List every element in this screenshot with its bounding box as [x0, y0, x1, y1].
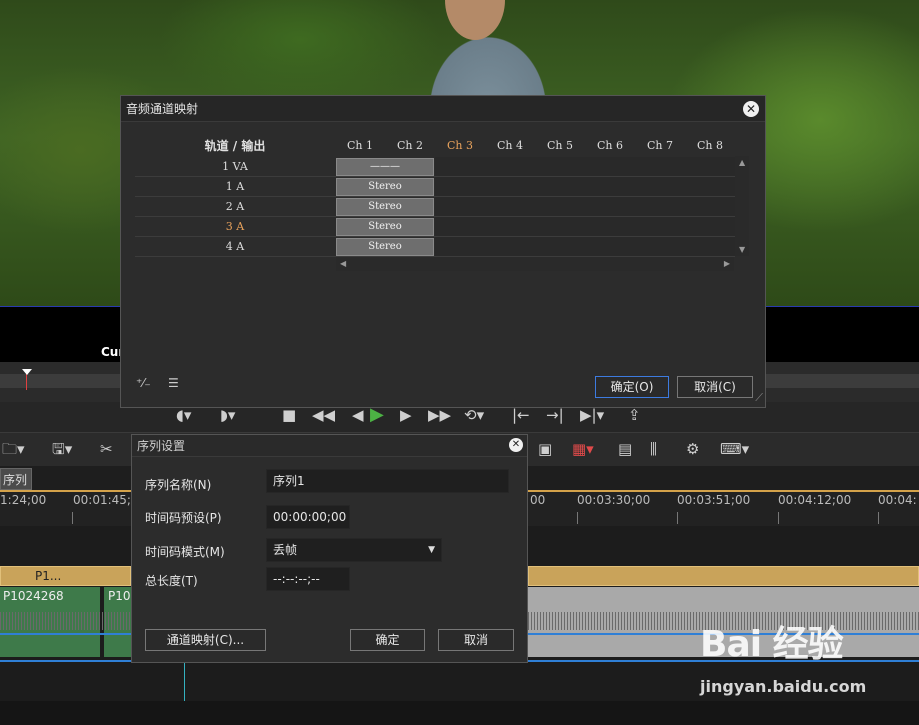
channel-header: Ch 1: [347, 139, 373, 152]
timecode-mode-label: 时间码模式(M): [145, 545, 225, 559]
channel-header: Ch 2: [397, 139, 423, 152]
mapping-cell[interactable]: Stereo: [336, 178, 434, 196]
ruler-label: :1:24;00: [0, 493, 47, 507]
close-icon[interactable]: ✕: [743, 101, 759, 117]
scroll-left-icon[interactable]: ◀: [340, 259, 346, 268]
ok-button[interactable]: 确定(O): [595, 376, 669, 398]
chevron-down-icon: ▼: [428, 545, 435, 555]
auto-map-icon[interactable]: ⁺⁄₋: [136, 376, 151, 390]
cut-icon[interactable]: ✂: [100, 438, 113, 460]
watermark-main: Bai 经验: [700, 624, 844, 665]
video-clip[interactable]: P1...: [0, 566, 131, 586]
row-empty-area: [435, 217, 735, 236]
ok-button[interactable]: 确定: [350, 629, 425, 651]
timecode-mode-value: 丢帧: [273, 543, 298, 557]
table-row[interactable]: 3 A Stereo: [135, 217, 735, 237]
ruler-tick: [72, 512, 73, 524]
vertical-scrollbar[interactable]: ▲ ▼: [735, 156, 749, 256]
row-empty-area: [435, 157, 735, 176]
duration-label: 总长度(T): [145, 574, 198, 588]
ruler-label: 00:03:51;00: [677, 493, 751, 507]
bottom-strip: [0, 701, 919, 725]
mapping-cell[interactable]: Stereo: [336, 198, 434, 216]
tab-sequence[interactable]: 序列1: [0, 468, 32, 509]
cancel-button[interactable]: 取消(C): [677, 376, 753, 398]
track-output-header: 轨道 / 输出: [204, 139, 266, 153]
watermark-url: jingyan.baidu.com: [700, 677, 867, 696]
ruler-tick: [677, 512, 678, 524]
record-icon[interactable]: ▦▾: [572, 438, 594, 460]
channel-map-button[interactable]: 通道映射(C)...: [145, 629, 266, 651]
track-label: 1 A: [225, 180, 245, 193]
table-row[interactable]: 4 A Stereo: [135, 237, 735, 257]
ruler-tick: [778, 512, 779, 524]
folder-icon[interactable]: 🗀▾: [2, 438, 25, 460]
track-label: 2 A: [225, 200, 245, 213]
channel-header: Ch 8: [697, 139, 723, 152]
playhead-marker[interactable]: [22, 369, 32, 375]
timecode-preset-field[interactable]: 00:00:00;00: [266, 505, 350, 529]
ruler-label: 00:04:: [878, 493, 917, 507]
sequence-settings-dialog: 序列设置 ✕ 序列名称(N) 序列1 时间码预设(P) 00:00:00;00 …: [131, 434, 528, 663]
channel-header-active: Ch 3: [447, 139, 473, 152]
settings-icon[interactable]: ⚙: [686, 438, 699, 460]
row-empty-area: [435, 177, 735, 196]
scroll-down-icon[interactable]: ▼: [739, 245, 745, 254]
voiceover-icon[interactable]: ▣: [538, 438, 552, 460]
row-empty-area: [435, 237, 735, 256]
ruler-tick: [577, 512, 578, 524]
list-icon[interactable]: ☰: [168, 376, 179, 390]
table-row[interactable]: 1 VA ———: [135, 157, 735, 177]
sequence-name-field[interactable]: 序列1: [266, 469, 509, 493]
table-row[interactable]: 2 A Stereo: [135, 197, 735, 217]
horizontal-scrollbar[interactable]: ◀ ▶: [336, 257, 734, 271]
duration-field[interactable]: --:--:--;--: [266, 567, 350, 591]
dialog-title: 音频通道映射: [121, 96, 765, 122]
clip-label: P1...: [35, 569, 62, 583]
audio-channel-map-dialog: 音频通道映射 ✕ 轨道 / 输出 Ch 1 Ch 2 Ch 3 Ch 4 Ch …: [120, 95, 766, 408]
keyboard-icon[interactable]: ⌨▾: [720, 438, 749, 460]
ruler-label: 00:04:12;00: [778, 493, 852, 507]
baidu-watermark-logo: Bai 经验 jingyan.baidu.com: [700, 615, 866, 696]
sequence-name-label: 序列名称(N): [145, 478, 212, 492]
mapping-cell[interactable]: Stereo: [336, 218, 434, 236]
timecode-mode-select[interactable]: 丢帧 ▼: [266, 538, 442, 562]
save-icon[interactable]: 🖫▾: [52, 438, 72, 460]
ruler-label: 00: [530, 493, 546, 507]
mapping-cell[interactable]: Stereo: [336, 238, 434, 256]
mixer-icon[interactable]: ▤: [618, 438, 632, 460]
close-icon[interactable]: ✕: [509, 438, 523, 452]
resize-grip-icon[interactable]: ⟋: [755, 391, 763, 405]
cancel-button[interactable]: 取消: [438, 629, 514, 651]
timecode-preset-label: 时间码预设(P): [145, 511, 222, 525]
video-clip[interactable]: [528, 566, 919, 586]
channel-header: Ch 7: [647, 139, 673, 152]
table-row[interactable]: 1 A Stereo: [135, 177, 735, 197]
ruler-label: 00:03:30;00: [577, 493, 651, 507]
track-label: 3 A: [225, 220, 245, 233]
track-label: 4 A: [225, 240, 245, 253]
row-empty-area: [435, 197, 735, 216]
mapping-cell[interactable]: ———: [336, 158, 434, 176]
audio-waveform: [0, 612, 131, 630]
channel-header: Ch 5: [547, 139, 573, 152]
scroll-up-icon[interactable]: ▲: [739, 158, 745, 167]
channel-header: Ch 6: [597, 139, 623, 152]
audio-mixer-icon[interactable]: ⫼: [650, 438, 657, 460]
dialog-title: 序列设置: [132, 435, 527, 457]
clip-label: P10: [108, 589, 131, 603]
clip-label: P1024268: [3, 589, 64, 603]
scroll-right-icon[interactable]: ▶: [724, 259, 730, 268]
ruler-tick: [878, 512, 879, 524]
track-label: 1 VA: [222, 160, 248, 173]
channel-header: Ch 4: [497, 139, 523, 152]
